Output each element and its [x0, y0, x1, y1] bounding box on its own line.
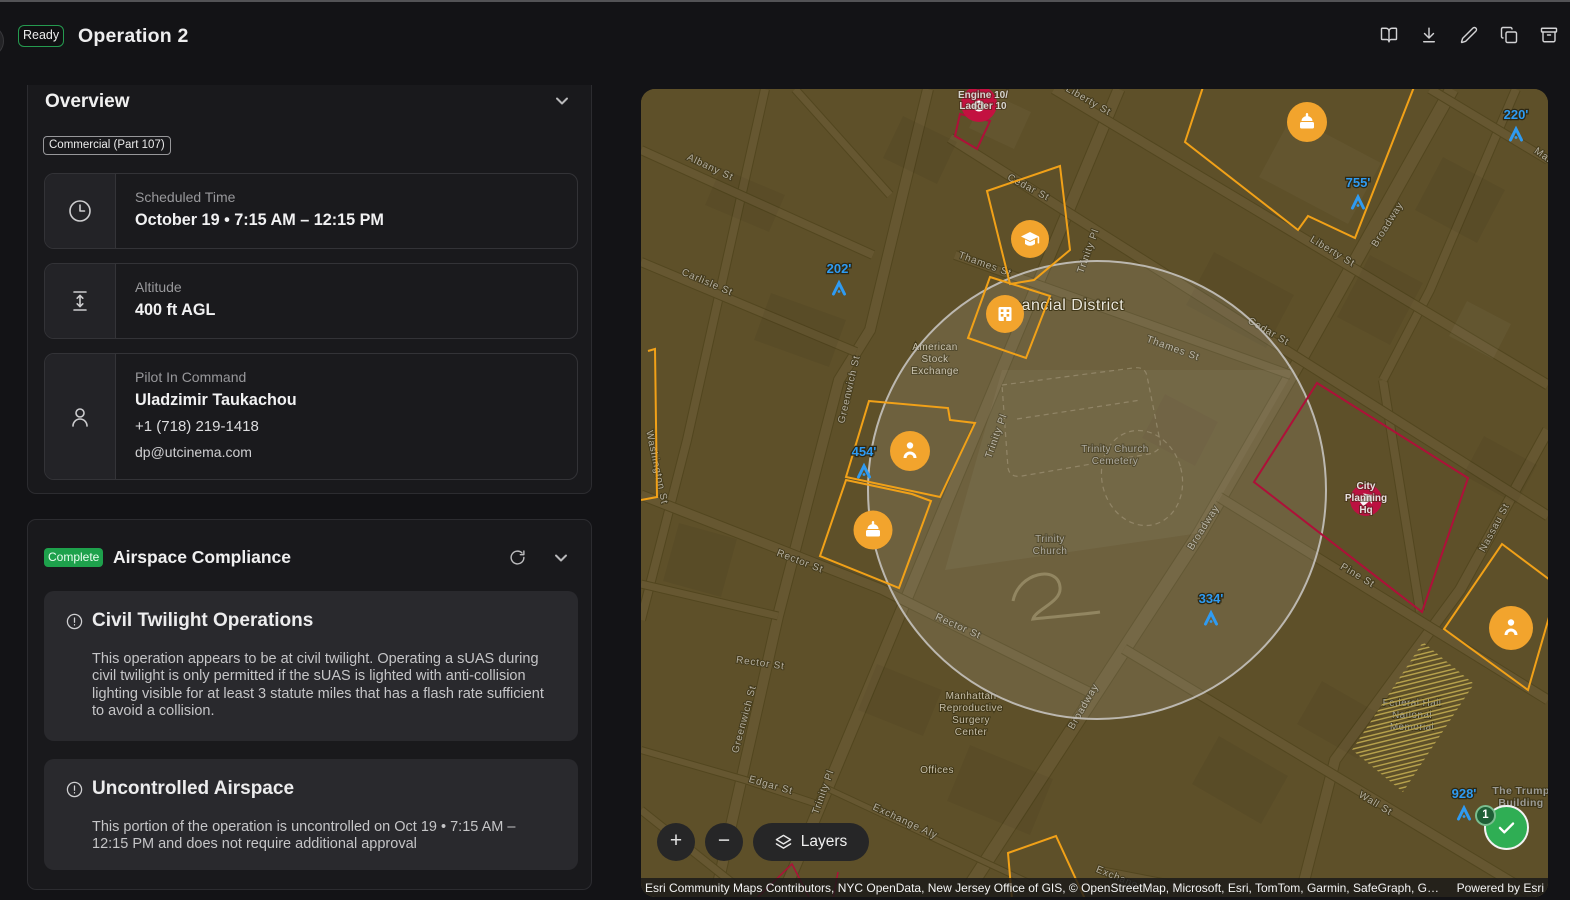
svg-text:City: City: [1357, 481, 1376, 492]
svg-text:Reproductive: Reproductive: [939, 703, 1003, 714]
svg-text:Engine 10/: Engine 10/: [958, 90, 1008, 101]
svg-text:454': 454': [852, 444, 877, 459]
svg-text:Hq: Hq: [1359, 505, 1372, 516]
svg-text:928': 928': [1452, 786, 1477, 801]
svg-text:220': 220': [1504, 107, 1529, 122]
svg-text:755': 755': [1346, 175, 1371, 190]
svg-text:Surgery: Surgery: [952, 715, 990, 726]
svg-text:334': 334': [1199, 591, 1224, 606]
svg-text:202': 202': [827, 261, 852, 276]
svg-text:Center: Center: [955, 727, 988, 738]
svg-text:Offices: Offices: [920, 765, 954, 776]
svg-text:Ladder 10: Ladder 10: [959, 101, 1007, 112]
svg-text:Planning: Planning: [1345, 493, 1387, 504]
svg-text:The Trump: The Trump: [1492, 785, 1548, 797]
